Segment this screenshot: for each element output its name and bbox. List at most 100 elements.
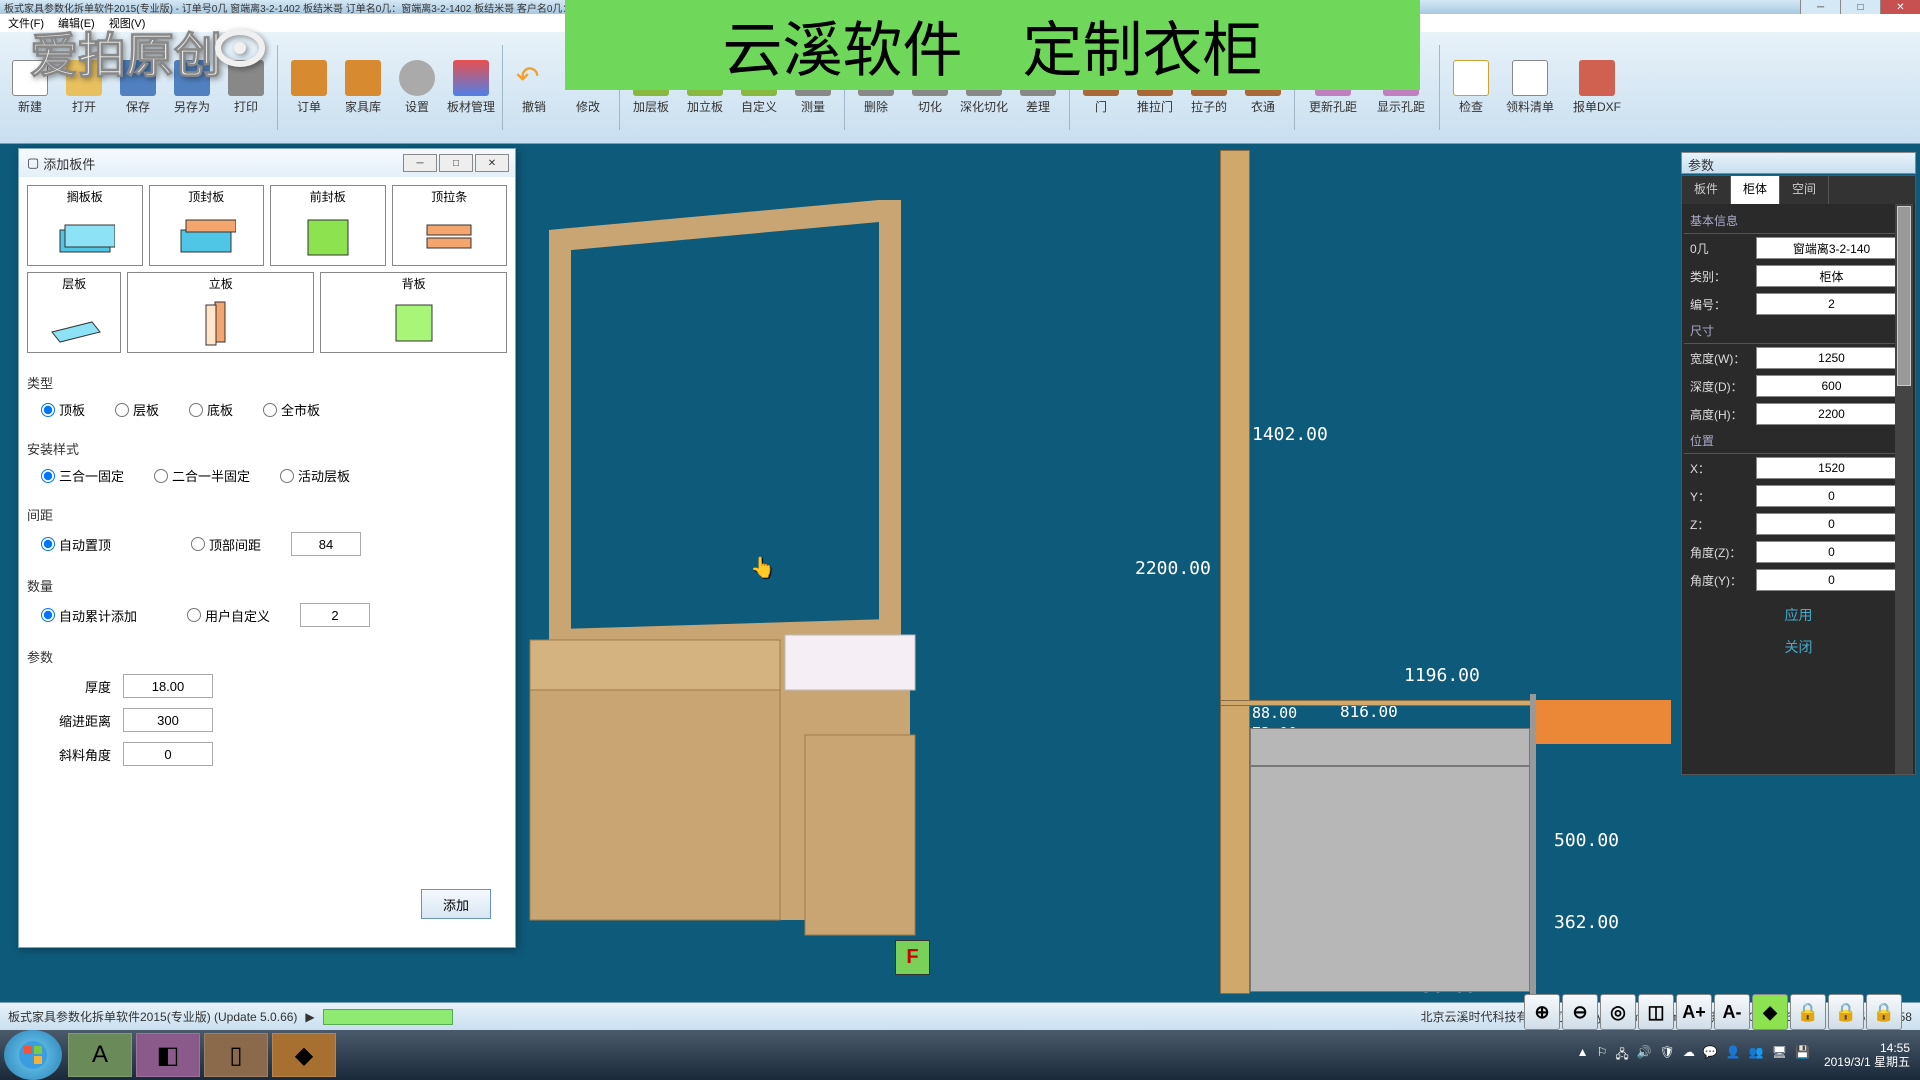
- prop-y-value[interactable]: 0: [1756, 485, 1907, 507]
- angle-input[interactable]: [123, 742, 213, 766]
- prop-depth-value[interactable]: 600: [1756, 375, 1907, 397]
- close-button[interactable]: ✕: [1880, 0, 1920, 14]
- tile-frontseal[interactable]: 前封板: [270, 185, 386, 266]
- minimize-button[interactable]: ─: [1800, 0, 1840, 14]
- viewport-3d-model: [520, 200, 940, 985]
- tray-cloud-icon[interactable]: ☁: [1683, 1045, 1695, 1066]
- tile-vertical[interactable]: 立板: [127, 272, 314, 353]
- lock1-button[interactable]: 🔒: [1790, 994, 1826, 1030]
- zoom-in-button[interactable]: ⊕: [1524, 994, 1560, 1030]
- tile-topseal[interactable]: 顶封板: [149, 185, 265, 266]
- task-app2[interactable]: ◧: [136, 1033, 200, 1077]
- prop-id-value[interactable]: 2: [1756, 293, 1907, 315]
- view-grid-button[interactable]: ◫: [1638, 994, 1674, 1030]
- dialog-title-bar[interactable]: ▢ 添加板件 ─ □ ✕: [19, 149, 515, 177]
- prop-width-value[interactable]: 1250: [1756, 347, 1907, 369]
- prop-x-value[interactable]: 1520: [1756, 457, 1907, 479]
- tool-setting[interactable]: 设置: [391, 34, 443, 141]
- radio-bottom[interactable]: 底板: [189, 400, 233, 419]
- tile-shelfboard[interactable]: 搁板板: [27, 185, 143, 266]
- radio-movable[interactable]: 活动层板: [280, 466, 350, 485]
- task-app1[interactable]: A: [68, 1033, 132, 1077]
- radio-shelf[interactable]: 层板: [115, 400, 159, 419]
- prop-height-value[interactable]: 2200: [1756, 403, 1907, 425]
- radio-autocount[interactable]: 自动累计添加: [41, 606, 137, 625]
- thickness-input[interactable]: [123, 674, 213, 698]
- tool-material[interactable]: 板材管理: [445, 34, 497, 141]
- tool-bom[interactable]: 领料清单: [1499, 34, 1561, 141]
- tool-furniture[interactable]: 家具库: [337, 34, 389, 141]
- dialog-maximize-button[interactable]: □: [439, 154, 473, 172]
- radio-fixed2[interactable]: 二合一半固定: [154, 466, 250, 485]
- zoom-fit-button[interactable]: ◎: [1600, 994, 1636, 1030]
- group-basic: 基本信息: [1684, 208, 1913, 234]
- section-type: 类型 顶板 层板 底板 全市板: [27, 373, 507, 419]
- tray-disk-icon[interactable]: 💾: [1795, 1045, 1810, 1066]
- maximize-button[interactable]: □: [1840, 0, 1880, 14]
- status-progress: [323, 1009, 453, 1025]
- prop-category-value[interactable]: 柜体: [1756, 265, 1907, 287]
- tool-undo[interactable]: ↶撤销: [508, 34, 560, 141]
- tray-flag-icon[interactable]: ⚐: [1597, 1045, 1608, 1066]
- prop-z-value[interactable]: 0: [1756, 513, 1907, 535]
- task-app4[interactable]: ◆: [272, 1033, 336, 1077]
- add-button[interactable]: 添加: [421, 889, 491, 919]
- dialog-controls: ─ □ ✕: [403, 154, 509, 172]
- tile-shelf[interactable]: 层板: [27, 272, 121, 353]
- tool-check[interactable]: 检查: [1445, 34, 1497, 141]
- radio-topgap[interactable]: 顶部间距: [191, 535, 261, 554]
- apply-button[interactable]: 应用: [1692, 602, 1905, 628]
- lock2-button[interactable]: 🔒: [1828, 994, 1864, 1030]
- dialog-close-button[interactable]: ✕: [475, 154, 509, 172]
- count-value-input[interactable]: [300, 603, 370, 627]
- tray-shield-icon[interactable]: 🛡: [1660, 1045, 1675, 1066]
- close-props-button[interactable]: 关闭: [1692, 634, 1905, 660]
- tray-up-icon[interactable]: ▲: [1577, 1045, 1589, 1066]
- radio-autotop[interactable]: 自动置顶: [41, 535, 111, 554]
- tray-screen-icon[interactable]: 🖥: [1772, 1045, 1787, 1066]
- lock3-button[interactable]: 🔒: [1866, 994, 1902, 1030]
- tray-vol-icon[interactable]: 🔊: [1637, 1045, 1652, 1066]
- task-app3[interactable]: ▯: [204, 1033, 268, 1077]
- gap-value-input[interactable]: [291, 532, 361, 556]
- lock-icon: 🔒: [1835, 1002, 1857, 1023]
- dim-88: 88.00: [1252, 704, 1297, 722]
- text-larger-button[interactable]: A+: [1676, 994, 1712, 1030]
- cursor-icon: 👆: [750, 555, 775, 580]
- svg-text:爱拍原创: 爱拍原创: [30, 30, 222, 83]
- zoom-out-button[interactable]: ⊖: [1562, 994, 1598, 1030]
- diamond-icon: ◆: [1763, 1002, 1777, 1023]
- radio-usercount[interactable]: 用户自定义: [187, 606, 270, 625]
- tray-user-icon[interactable]: 👤: [1726, 1045, 1741, 1066]
- prop-angley-value[interactable]: 0: [1756, 569, 1907, 591]
- tray-clock[interactable]: 14:55 2019/3/1 星期五: [1824, 1041, 1910, 1070]
- properties-panel: 板件 柜体 空间 基本信息 0几窗端离3-2-140 类别：柜体 编号：2 尺寸…: [1681, 175, 1916, 775]
- prop-anglez-value[interactable]: 0: [1756, 541, 1907, 563]
- tab-space[interactable]: 空间: [1780, 176, 1829, 204]
- start-button[interactable]: [4, 1030, 62, 1080]
- dialog-minimize-button[interactable]: ─: [403, 154, 437, 172]
- tile-back[interactable]: 背板: [320, 272, 507, 353]
- tray-net-icon[interactable]: 🖧: [1615, 1045, 1628, 1066]
- watermark-logo: 爱拍原创: [30, 14, 280, 98]
- inset-input[interactable]: [123, 708, 213, 732]
- prop-name-value[interactable]: 窗端离3-2-140: [1756, 237, 1907, 259]
- tray-user2-icon[interactable]: 👥: [1749, 1045, 1764, 1066]
- tray-chat-icon[interactable]: 💬: [1703, 1045, 1718, 1066]
- tile-toprail[interactable]: 顶拉条: [392, 185, 508, 266]
- elevation-highlight: [1536, 700, 1671, 744]
- tab-panel[interactable]: 板件: [1682, 176, 1731, 204]
- radio-fixed3[interactable]: 三合一固定: [41, 466, 124, 485]
- properties-scrollbar[interactable]: [1895, 204, 1913, 774]
- text-smaller-button[interactable]: A-: [1714, 994, 1750, 1030]
- tab-cabinet[interactable]: 柜体: [1731, 176, 1780, 204]
- tool-order[interactable]: 订单: [283, 34, 335, 141]
- viewport-toolbar: ⊕ ⊖ ◎ ◫ A+ A- ◆ 🔒 🔒 🔒: [1524, 994, 1902, 1030]
- view-ortho-button[interactable]: ◆: [1752, 994, 1788, 1030]
- radio-top[interactable]: 顶板: [41, 400, 85, 419]
- banner-overlay: 云溪软件 定制衣柜: [565, 0, 1420, 90]
- radio-full[interactable]: 全市板: [263, 400, 320, 419]
- elevation-lower: [1250, 766, 1530, 992]
- tool-exportdxf[interactable]: 报单DXF: [1563, 34, 1631, 141]
- system-tray: ▲ ⚐ 🖧 🔊 🛡 ☁ 💬 👤 👥 🖥 💾 14:55 2019/3/1 星期五: [1567, 1030, 1920, 1080]
